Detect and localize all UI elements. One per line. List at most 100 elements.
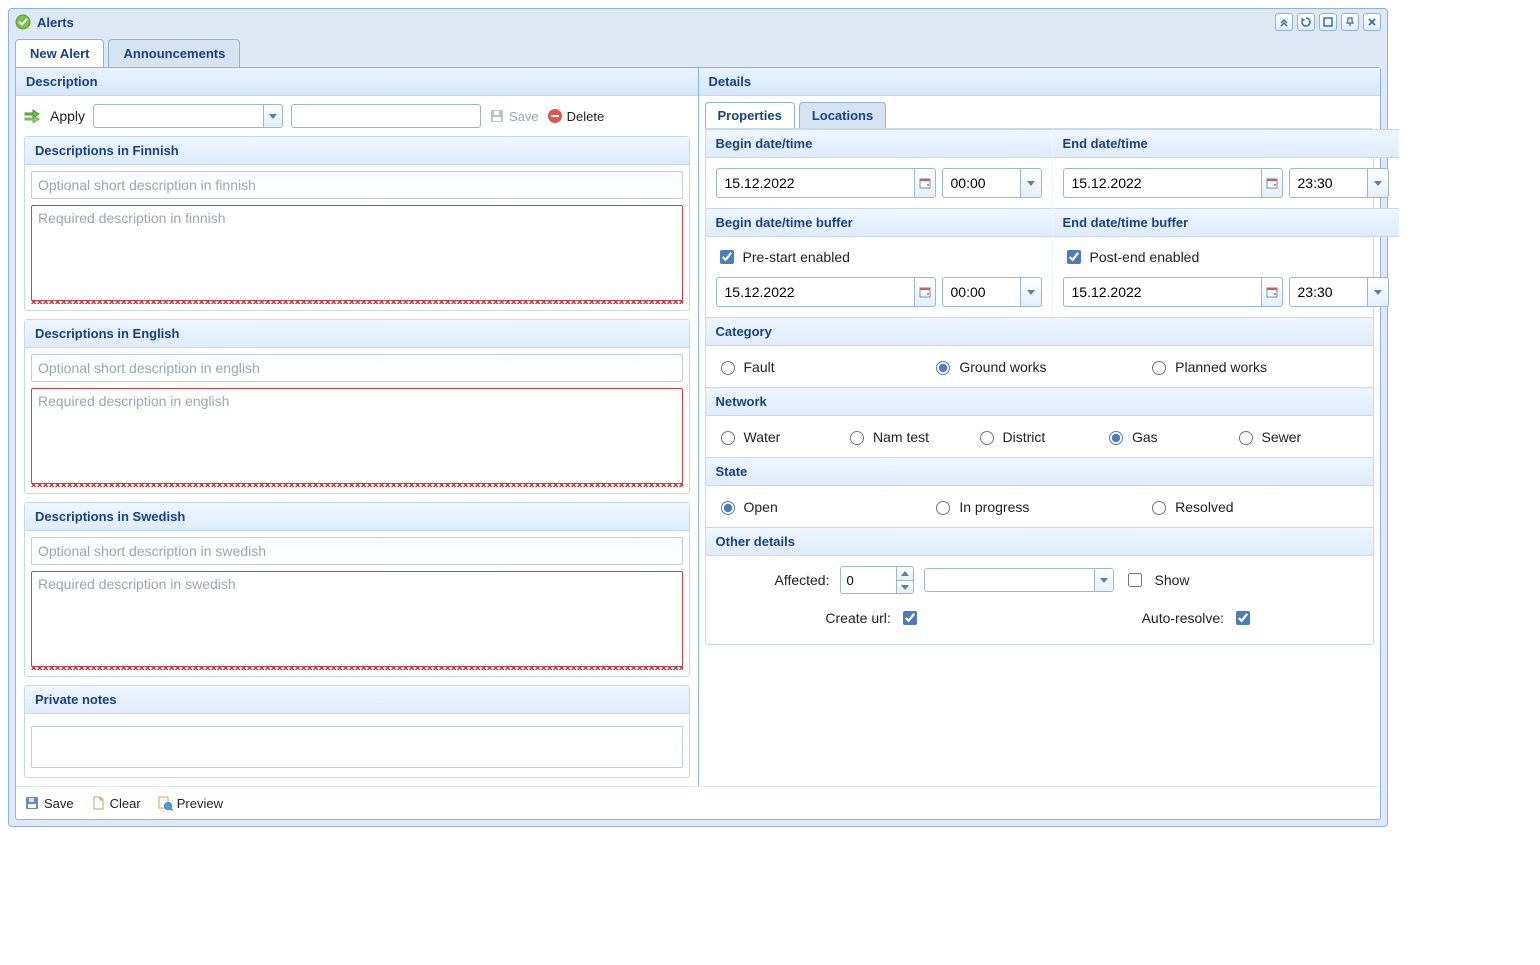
calendar-icon[interactable]: [914, 168, 936, 198]
close-icon[interactable]: [1363, 13, 1381, 31]
chevron-down-icon[interactable]: [1020, 168, 1042, 198]
tab-properties[interactable]: Properties: [705, 102, 795, 128]
network-nam-test[interactable]: Nam test: [845, 428, 975, 445]
swedish-short-input[interactable]: [31, 537, 683, 565]
state-open[interactable]: Open: [716, 498, 932, 515]
end-date-field[interactable]: [1063, 168, 1283, 198]
template-name-input[interactable]: [291, 104, 481, 128]
tab-announcements[interactable]: Announcements: [108, 39, 240, 67]
auto-resolve-label: Auto-resolve:: [1142, 610, 1224, 626]
category-ground-works[interactable]: Ground works: [931, 358, 1147, 375]
affected-label: Affected:: [720, 572, 830, 588]
end-buffer-date-field[interactable]: [1063, 277, 1283, 307]
desc-english-header: Descriptions in English: [25, 320, 689, 348]
end-buffer-time-field[interactable]: [1289, 277, 1389, 307]
main-tabstrip: New Alert Announcements: [9, 35, 1387, 67]
state-header: State: [706, 457, 1374, 486]
details-header: Details: [699, 68, 1381, 96]
network-water[interactable]: Water: [716, 428, 846, 445]
chevron-down-icon[interactable]: [1094, 568, 1114, 592]
finnish-short-input[interactable]: [31, 171, 683, 199]
end-time-field[interactable]: [1289, 168, 1389, 198]
create-url-label: Create url:: [825, 610, 890, 626]
chevron-down-icon[interactable]: [263, 104, 283, 128]
affected-unit-select[interactable]: [924, 568, 1114, 592]
spinner-up-icon[interactable]: [896, 566, 914, 580]
delete-icon: [547, 108, 563, 124]
chevron-down-icon[interactable]: [1367, 277, 1389, 307]
begin-time-field[interactable]: [942, 168, 1042, 198]
refresh-icon[interactable]: [1297, 13, 1315, 31]
pin-icon[interactable]: [1341, 13, 1359, 31]
prestart-label: Pre-start enabled: [743, 249, 850, 265]
begin-buffer-date-field[interactable]: [716, 277, 936, 307]
desc-english-group: Descriptions in English: [24, 319, 690, 494]
category-planned-works[interactable]: Planned works: [1147, 358, 1363, 375]
network-sewer[interactable]: Sewer: [1234, 428, 1364, 445]
end-dt-header: End date/time: [1053, 129, 1399, 158]
private-notes-input[interactable]: [31, 726, 683, 768]
document-icon: [90, 795, 106, 811]
state-row: Open In progress Resolved: [706, 486, 1374, 527]
state-resolved[interactable]: Resolved: [1147, 498, 1363, 515]
category-header: Category: [706, 317, 1374, 346]
template-select[interactable]: [93, 104, 283, 128]
save-button[interactable]: Save: [24, 795, 74, 811]
save-icon: [489, 108, 505, 124]
calendar-icon[interactable]: [1261, 168, 1283, 198]
state-in-progress[interactable]: In progress: [931, 498, 1147, 515]
titlebar: Alerts: [9, 9, 1387, 35]
save-icon: [24, 795, 40, 811]
desc-swedish-group: Descriptions in Swedish: [24, 502, 690, 677]
begin-date-field[interactable]: [716, 168, 936, 198]
auto-resolve-checkbox[interactable]: [1236, 611, 1250, 625]
chevron-down-icon[interactable]: [1367, 168, 1389, 198]
check-icon: [15, 14, 31, 30]
maximize-icon[interactable]: [1319, 13, 1337, 31]
preview-button[interactable]: Preview: [157, 795, 223, 811]
network-header: Network: [706, 387, 1374, 416]
desc-swedish-header: Descriptions in Swedish: [25, 503, 689, 531]
other-details-header: Other details: [706, 527, 1374, 556]
show-checkbox[interactable]: [1128, 573, 1142, 587]
private-notes-header: Private notes: [25, 686, 689, 714]
create-url-checkbox[interactable]: [903, 611, 917, 625]
alerts-window: Alerts New Alert Announcements Descripti…: [8, 8, 1388, 827]
desc-finnish-header: Descriptions in Finnish: [25, 137, 689, 165]
begin-buffer-time-field[interactable]: [942, 277, 1042, 307]
spinner-down-icon[interactable]: [896, 580, 914, 594]
begin-buffer-header: Begin date/time buffer: [706, 208, 1052, 237]
postend-label: Post-end enabled: [1090, 249, 1200, 265]
window-title: Alerts: [37, 15, 74, 30]
delete-template-button[interactable]: Delete: [547, 108, 605, 124]
swedish-long-input[interactable]: [31, 571, 683, 667]
begin-dt-header: Begin date/time: [706, 129, 1052, 158]
postend-checkbox[interactable]: [1067, 250, 1081, 264]
network-row: Water Nam test District Gas Sewer: [706, 416, 1374, 457]
template-select-input[interactable]: [93, 104, 263, 128]
desc-finnish-group: Descriptions in Finnish: [24, 136, 690, 311]
prestart-checkbox[interactable]: [720, 250, 734, 264]
chevron-down-icon[interactable]: [1020, 277, 1042, 307]
english-short-input[interactable]: [31, 354, 683, 382]
finnish-long-input[interactable]: [31, 205, 683, 301]
category-row: Fault Ground works Planned works: [706, 346, 1374, 387]
tab-new-alert[interactable]: New Alert: [15, 39, 104, 67]
calendar-icon[interactable]: [1261, 277, 1283, 307]
apply-label: Apply: [50, 108, 85, 124]
show-label: Show: [1155, 572, 1190, 588]
tab-locations[interactable]: Locations: [799, 102, 886, 128]
clear-button[interactable]: Clear: [90, 795, 141, 811]
save-template-button: Save: [489, 108, 539, 124]
network-gas[interactable]: Gas: [1104, 428, 1234, 445]
apply-arrow-icon: [24, 109, 42, 123]
preview-icon: [157, 795, 173, 811]
affected-spinner[interactable]: [840, 566, 914, 594]
english-long-input[interactable]: [31, 388, 683, 484]
network-district[interactable]: District: [975, 428, 1105, 445]
calendar-icon[interactable]: [914, 277, 936, 307]
description-header: Description: [16, 68, 698, 96]
private-notes-group: Private notes: [24, 685, 690, 778]
category-fault[interactable]: Fault: [716, 358, 932, 375]
collapse-up-icon[interactable]: [1275, 13, 1293, 31]
